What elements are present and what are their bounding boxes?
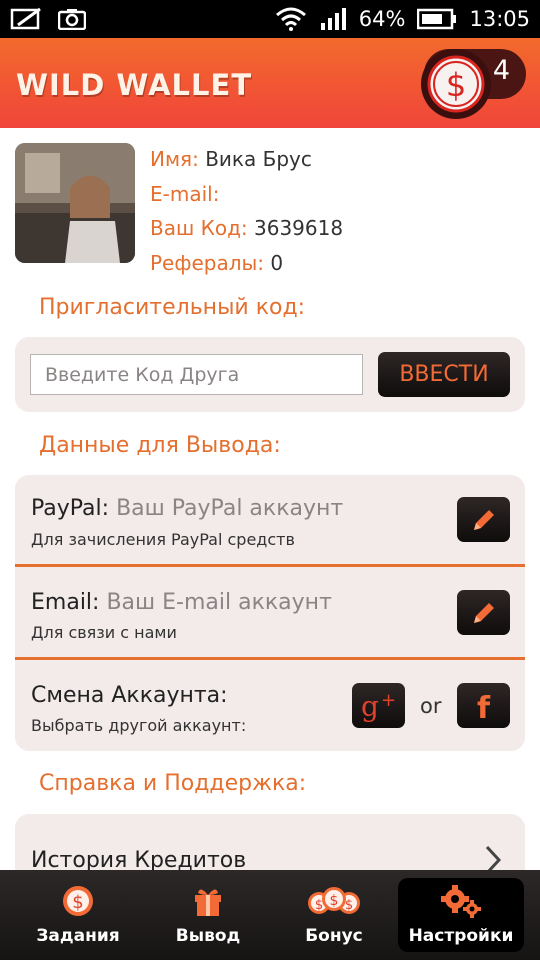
svg-text:$: $ (330, 893, 339, 909)
bottom-nav: $ Задания Вывод $ $ $ Бонус Настройки (0, 870, 540, 960)
profile-email-row: E-mail: (150, 182, 219, 206)
switch-account-title: Смена Аккаунта: (31, 683, 228, 708)
name-value: Вика Брус (205, 147, 312, 171)
divider (15, 657, 525, 660)
dollar-coin-icon: $ (421, 49, 491, 119)
svg-text:+: + (381, 690, 396, 711)
dollar-coin-icon: $ (63, 886, 93, 916)
enter-code-button[interactable]: ВВЕСТИ (378, 352, 510, 397)
status-icons-left (10, 7, 86, 31)
referrals-label: Рефералы: (150, 251, 265, 275)
or-text: or (420, 694, 442, 718)
pencil-icon (473, 509, 494, 530)
facebook-button[interactable]: f (457, 683, 510, 728)
nav-tasks[interactable]: $ Задания (22, 870, 134, 960)
clock: 13:05 (469, 7, 530, 31)
nav-settings[interactable]: Настройки (398, 878, 524, 952)
name-label: Имя: (150, 147, 199, 171)
edit-email-button[interactable] (457, 590, 510, 635)
svg-text:f: f (477, 691, 491, 722)
paypal-label: PayPal: (31, 496, 110, 521)
svg-text:g: g (361, 690, 379, 722)
svg-text:$: $ (345, 898, 353, 913)
nav-label: Вывод (175, 926, 241, 946)
invite-card: Введите Код Друга ВВЕСТИ (15, 337, 525, 412)
divider (15, 564, 525, 567)
email-label: E-mail: (150, 182, 220, 206)
paypal-subtitle: Для зачисления PayPal средств (31, 530, 295, 549)
edit-paypal-button[interactable] (457, 497, 510, 542)
app-title: WILD WALLET (16, 68, 253, 102)
email-row-subtitle: Для связи с нами (31, 623, 177, 642)
signal-icon (320, 8, 346, 30)
paypal-row-title: PayPal: Ваш PayPal аккаунт (31, 496, 343, 521)
svg-text:$: $ (72, 892, 83, 913)
withdraw-card: PayPal: Ваш PayPal аккаунт Для зачислени… (15, 475, 525, 751)
edit-notification-icon (10, 7, 41, 30)
code-label: Ваш Код: (150, 216, 248, 240)
nav-bonus[interactable]: $ $ $ Бонус (278, 870, 390, 960)
paypal-hint: Ваш PayPal аккаунт (116, 496, 344, 521)
nav-withdraw[interactable]: Вывод (152, 870, 264, 960)
wifi-icon (275, 7, 306, 31)
nav-label: Настройки (408, 926, 514, 946)
email-row-hint: Ваш E-mail аккаунт (106, 590, 332, 615)
coins-stack-icon: $ $ $ (308, 887, 360, 914)
profile-code-row: Ваш Код: 3639618 (150, 216, 343, 240)
invite-section-title: Пригласительный код: (39, 295, 306, 320)
svg-text:$: $ (446, 66, 466, 104)
nav-label: Бонус (305, 926, 363, 946)
status-bar: 64% 13:05 (0, 0, 540, 38)
screenshot-notification-icon (58, 9, 86, 30)
support-section-title: Справка и Поддержка: (39, 771, 307, 796)
referrals-value: 0 (270, 251, 284, 275)
google-plus-button[interactable]: g + (352, 683, 405, 728)
friend-code-input[interactable]: Введите Код Друга (30, 354, 363, 395)
nav-label: Задания (36, 926, 120, 946)
battery-percent: 64% (358, 7, 406, 31)
email-row-label: Email: (31, 590, 100, 615)
facebook-icon: f (477, 691, 491, 722)
avatar (15, 143, 135, 263)
gift-icon (195, 889, 221, 916)
switch-account-subtitle: Выбрать другой аккаунт: (31, 716, 247, 735)
email-row-title: Email: Ваш E-mail аккаунт (31, 590, 332, 615)
code-value: 3639618 (254, 216, 344, 240)
profile-referrals-row: Рефералы: 0 (150, 251, 283, 275)
withdraw-section-title: Данные для Вывода: (39, 433, 281, 458)
pencil-icon (473, 602, 494, 623)
google-plus-icon: g + (361, 690, 396, 722)
svg-text:$: $ (315, 898, 323, 913)
gears-icon (441, 885, 481, 918)
battery-icon (417, 8, 457, 30)
coin-count: 4 (492, 55, 510, 86)
profile-name-row: Имя: Вика Брус (150, 147, 312, 171)
app-header: WILD WALLET 4 $ (0, 38, 540, 128)
status-icons-right: 64% 13:05 (275, 7, 530, 31)
